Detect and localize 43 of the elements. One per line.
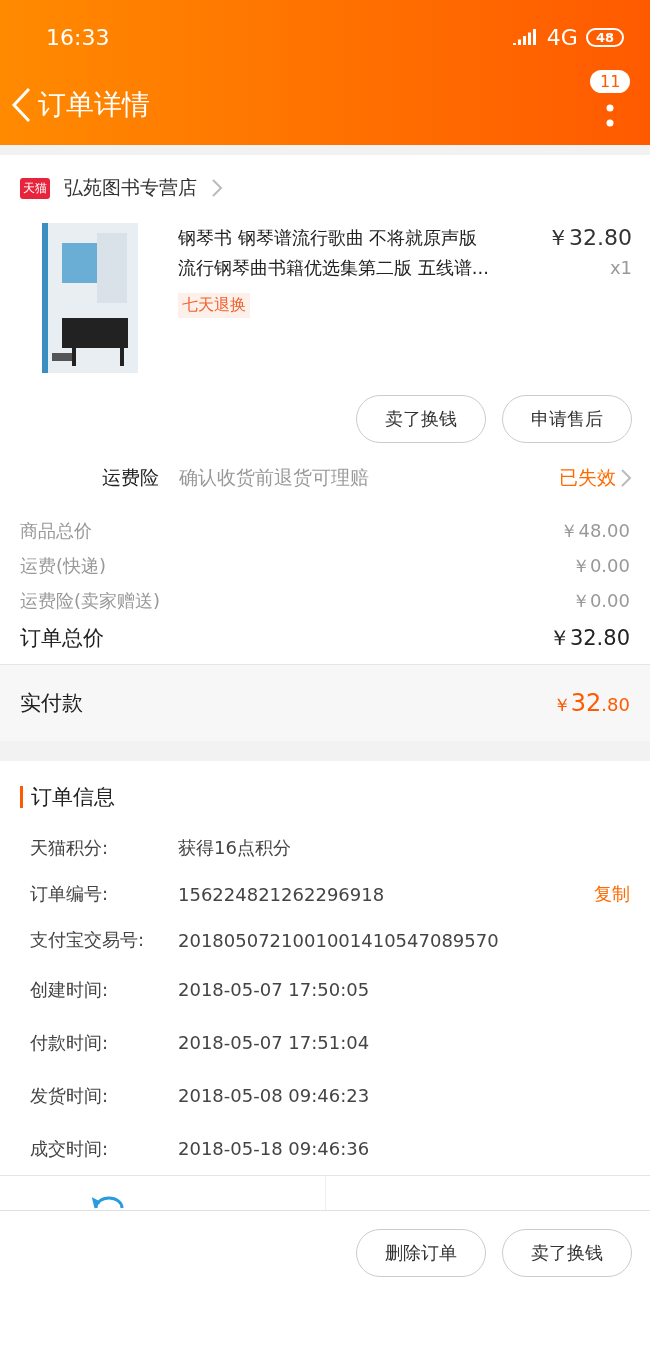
network-label: 4G [546,25,578,50]
action-button[interactable]: 删除订单 [356,1229,486,1277]
insurance-description: 确认收货前退货可理赔 [179,465,370,490]
action-button[interactable]: 卖了换钱 [502,1229,632,1277]
info-label: 创建时间: [30,977,110,1002]
info-value: 获得16点积分 [178,836,292,860]
info-label: 付款时间: [30,1030,110,1055]
info-value: 2018-05-18 09:46:36 [178,1138,371,1159]
paid-label: 实付款 [20,690,83,717]
status-time: 16:33 [46,25,110,50]
product-quantity: x1 [609,257,632,278]
insurance-label: 运费险 [102,465,159,490]
price-label: 订单总价 [20,625,104,652]
info-value: 2018050721001001410547089570 [178,929,500,951]
product-price: ￥32.80 [547,224,632,252]
info-value: 2018-05-07 17:50:05 [178,979,371,1000]
info-label: 支付宝交易号: [30,928,146,952]
section-title: 订单信息 [31,784,115,811]
product-title-line: 钢琴书 钢琴谱流行歌曲 不将就原声版 [178,226,479,250]
price-value: ￥32.80 [548,625,630,652]
price-value: ￥0.00 [571,553,630,578]
battery-icon: 48 [585,28,624,47]
price-label: 运费(快递) [20,553,107,578]
price-label: 商品总价 [20,518,92,543]
info-value: 2018-05-08 09:46:23 [178,1085,371,1106]
action-button[interactable]: 卖了换钱 [356,395,486,443]
paid-amount: ￥32.80 [552,689,630,717]
store-name[interactable]: 弘苑图书专营店 [64,175,197,201]
product-title-line: 流行钢琴曲书籍优选集第二版 五线谱... [178,256,490,280]
info-label: 成交时间: [30,1136,110,1161]
info-label: 发货时间: [30,1083,110,1108]
info-value: 156224821262296918 [178,883,386,905]
notification-badge: 11 [590,70,631,93]
page-title: 订单详情 [38,87,151,123]
return-tag: 七天退换 [178,293,250,318]
price-label: 运费险(卖家赠送) [20,588,161,613]
info-value: 2018-05-07 17:51:04 [178,1032,371,1053]
price-value: ￥0.00 [571,588,630,613]
store-badge: 天猫 [20,177,50,199]
info-label: 订单编号: [30,882,110,906]
action-button[interactable]: 申请售后 [502,395,632,443]
price-value: ￥48.00 [560,518,630,543]
info-label: 天猫积分: [30,836,110,860]
